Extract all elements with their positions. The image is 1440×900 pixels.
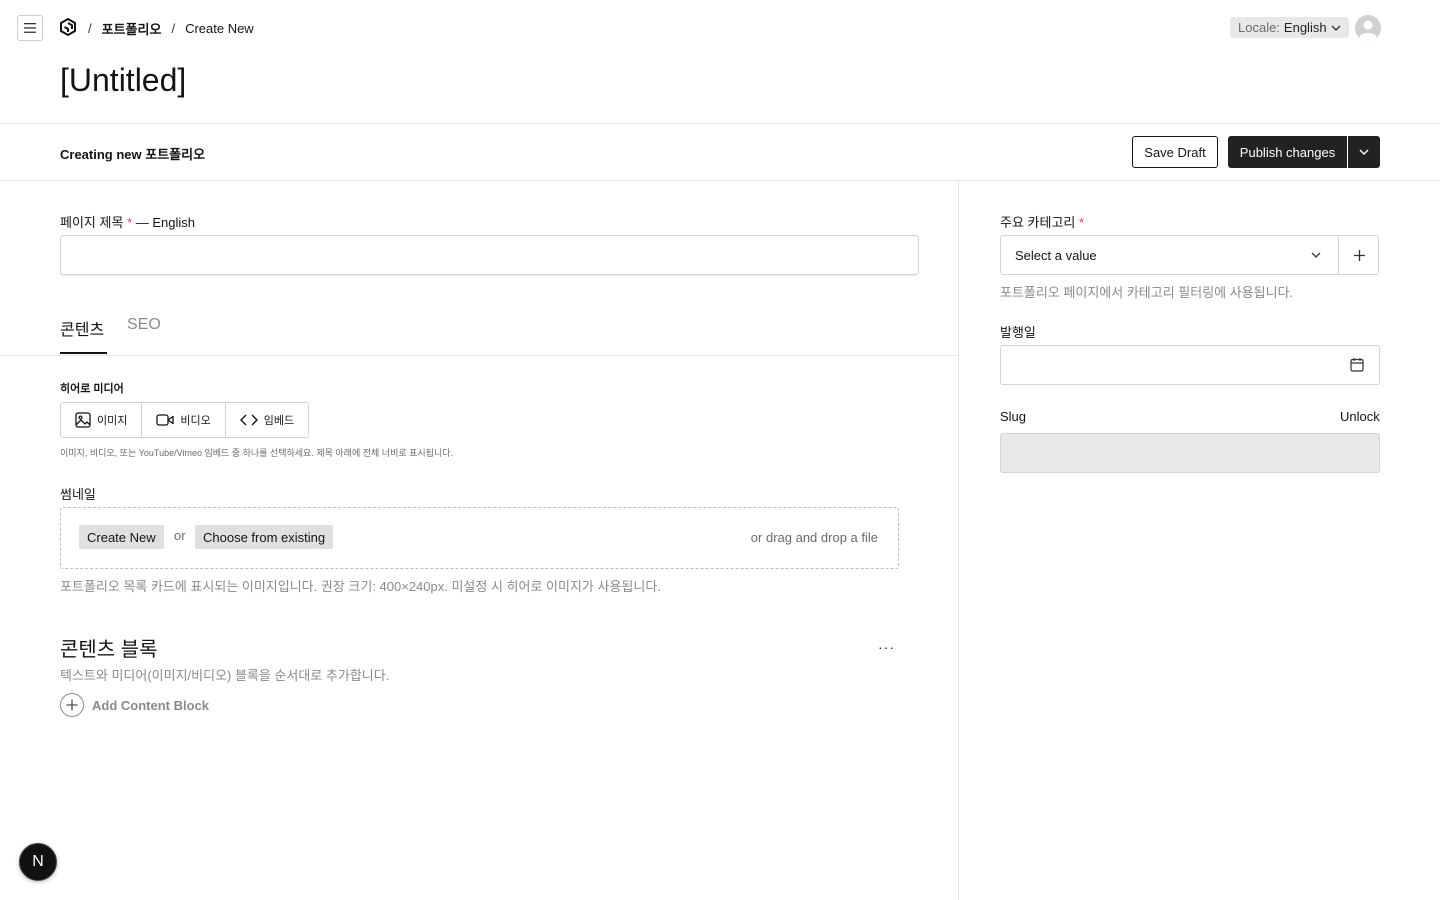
breadcrumb-separator: / bbox=[171, 21, 176, 36]
user-avatar[interactable] bbox=[1355, 15, 1381, 41]
hero-media-option-label: 임베드 bbox=[263, 415, 295, 427]
upload-or-text: or bbox=[174, 528, 186, 543]
thumbnail-description: 포트폴리오 목록 카드에 표시되는 이미지입니다. 권장 크기: 400×240… bbox=[60, 579, 661, 594]
content-blocks-more-button[interactable]: ··· bbox=[878, 639, 900, 655]
thumbnail-upload-dropzone[interactable]: Create New or Choose from existing or dr… bbox=[60, 507, 899, 569]
title-input[interactable] bbox=[60, 235, 919, 275]
plus-circle-icon bbox=[60, 693, 84, 717]
breadcrumb-separator: / bbox=[88, 21, 92, 36]
locale-suffix: — English bbox=[135, 215, 195, 230]
required-mark: * bbox=[127, 215, 133, 230]
calendar-icon[interactable] bbox=[1350, 357, 1364, 372]
slug-unlock-button[interactable]: Unlock bbox=[1340, 409, 1380, 424]
active-tab-indicator bbox=[60, 352, 107, 354]
category-description: 포트폴리오 페이지에서 카테고리 필터링에 사용됩니다. bbox=[1000, 285, 1294, 300]
publish-date-label: 발행일 bbox=[1000, 325, 1036, 340]
hero-media-description: 이미지, 비디오, 또는 YouTube/Vimeo 임베드 중 하나를 선택하… bbox=[60, 448, 454, 458]
hero-media-option-label: 이미지 bbox=[97, 415, 128, 427]
slug-input bbox=[1000, 433, 1380, 473]
content-blocks-title: 콘텐츠 블록 bbox=[60, 639, 158, 661]
app-header: / 포트폴리오 / Create New Locale: English bbox=[0, 0, 1440, 56]
category-select-placeholder: Select a value bbox=[1015, 248, 1097, 263]
publish-button[interactable]: Publish changes bbox=[1228, 136, 1347, 168]
hero-media-option-embed[interactable]: 임베드 bbox=[224, 403, 308, 437]
chevron-down-icon bbox=[1331, 25, 1341, 31]
slug-label: Slug bbox=[1000, 409, 1027, 424]
locale-selector[interactable]: Locale: English bbox=[1230, 17, 1349, 38]
category-select[interactable]: Select a value bbox=[1000, 235, 1379, 275]
breadcrumb-collection-link[interactable]: 포트폴리오 bbox=[102, 19, 162, 38]
required-mark: * bbox=[1079, 215, 1085, 230]
main-fields: 페이지 제목 * — English 콘텐츠 SEO 히어로 미디어 이미지 비… bbox=[0, 181, 959, 900]
content-blocks-description: 텍스트와 미디어(이미지/비디오) 블록을 순서대로 추가합니다. bbox=[60, 668, 390, 683]
publish-date-input[interactable] bbox=[1000, 345, 1380, 385]
chevron-down-icon bbox=[1359, 149, 1369, 155]
hamburger-menu-button[interactable] bbox=[17, 15, 43, 41]
tab-seo[interactable]: SEO bbox=[127, 316, 161, 334]
document-status: Creating new 포트폴리오 bbox=[60, 147, 206, 162]
save-draft-button[interactable]: Save Draft bbox=[1132, 136, 1218, 168]
hamburger-icon bbox=[24, 23, 36, 33]
document-controls: Creating new 포트폴리오 Save Draft Publish ch… bbox=[0, 123, 1440, 181]
add-content-block-label: Add Content Block bbox=[92, 697, 209, 713]
thumbnail-label: 썸네일 bbox=[60, 487, 96, 502]
plus-icon bbox=[1353, 249, 1365, 261]
breadcrumb: / 포트폴리오 / Create New bbox=[88, 19, 254, 38]
user-icon bbox=[1355, 15, 1381, 41]
image-icon bbox=[75, 412, 91, 428]
hero-media-option-video[interactable]: 비디오 bbox=[141, 403, 224, 437]
locale-label: Locale: bbox=[1238, 20, 1280, 35]
code-icon bbox=[239, 414, 258, 426]
chevron-down-icon bbox=[1311, 252, 1321, 258]
create-new-media-button[interactable]: Create New bbox=[79, 525, 164, 549]
hero-media-type-selector: 이미지 비디오 임베드 bbox=[60, 402, 310, 438]
dev-tools-badge[interactable]: N bbox=[19, 843, 57, 881]
breadcrumb-current: Create New bbox=[185, 21, 254, 36]
locale-value: English bbox=[1283, 20, 1327, 35]
page-title: [Untitled] bbox=[60, 62, 187, 98]
hero-media-option-label: 비디오 bbox=[180, 415, 211, 427]
drag-drop-hint: or drag and drop a file bbox=[750, 530, 878, 545]
title-field-label: 페이지 제목 * — English bbox=[60, 215, 195, 230]
document-sidebar: 주요 카테고리 * Select a value 포트폴리오 페이지에서 카테고… bbox=[960, 181, 1440, 900]
app-logo-icon[interactable] bbox=[59, 18, 77, 36]
tabs-bar: 콘텐츠 SEO bbox=[0, 297, 959, 356]
publish-options-button[interactable] bbox=[1348, 136, 1380, 168]
choose-existing-media-button[interactable]: Choose from existing bbox=[195, 525, 334, 549]
tab-content[interactable]: 콘텐츠 bbox=[60, 316, 104, 340]
hero-media-label: 히어로 미디어 bbox=[60, 383, 124, 395]
video-icon bbox=[156, 414, 175, 426]
add-category-button[interactable] bbox=[1339, 236, 1379, 274]
add-content-block-button[interactable]: Add Content Block bbox=[60, 693, 209, 717]
hero-media-option-image[interactable]: 이미지 bbox=[61, 403, 141, 437]
category-field-label: 주요 카테고리 * bbox=[1000, 215, 1085, 230]
